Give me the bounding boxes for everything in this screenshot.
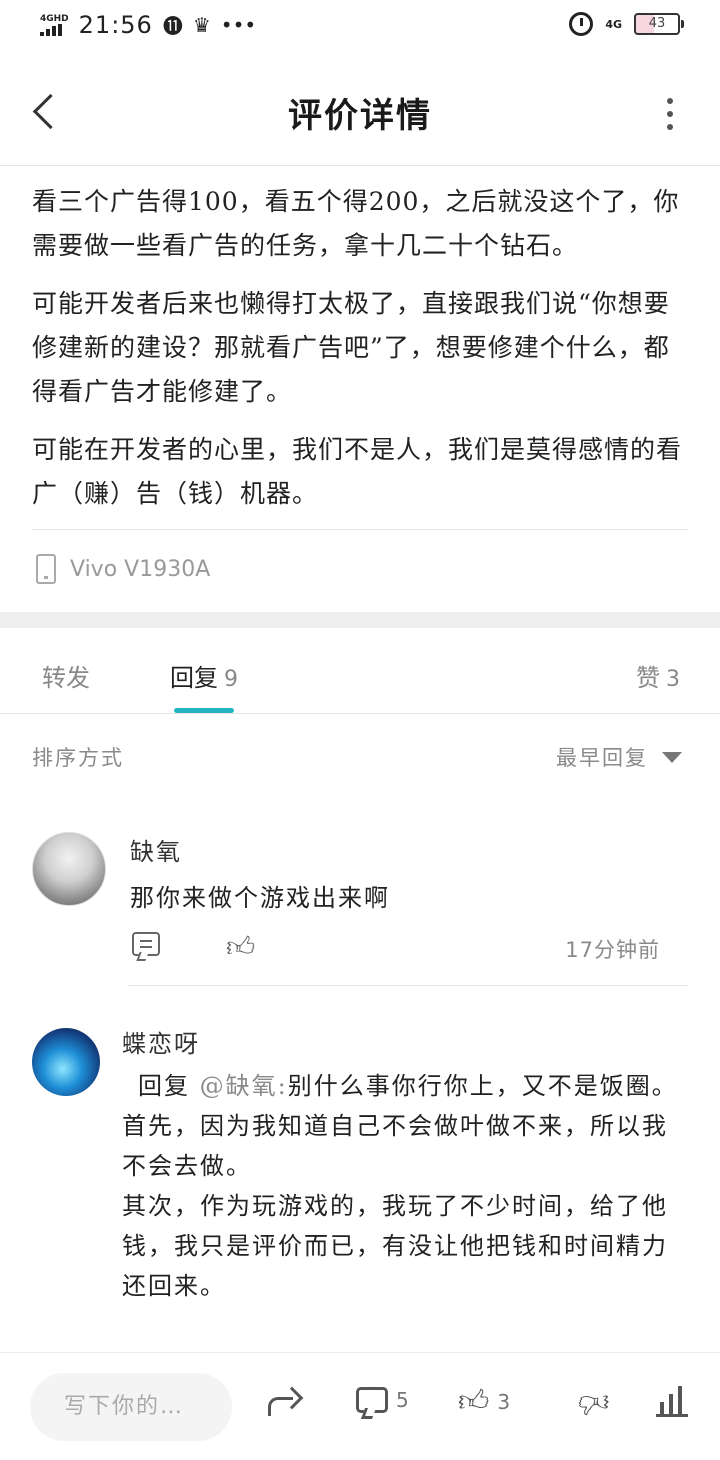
clock: 21:56 [78, 10, 153, 39]
more-options-button[interactable] [664, 98, 676, 130]
share-button[interactable] [268, 1387, 302, 1417]
thumbs-up-icon: 👍︎ [458, 1384, 490, 1419]
avatar[interactable] [32, 832, 106, 906]
page-title: 评价详情 [288, 96, 432, 136]
comment-icon [356, 1387, 388, 1413]
battery-icon: 43 [634, 13, 684, 35]
thumbs-down-icon: 👍︎ [578, 1385, 610, 1420]
tab-bar: 转发 回复 9 赞3 [0, 628, 720, 714]
4g-icon: 4G [605, 17, 622, 31]
status-right: 4G 43 [569, 12, 684, 36]
mention-link[interactable]: @缺氧: [200, 1072, 288, 1100]
comment-text: 那你来做个游戏出来啊 [130, 884, 390, 912]
comment-author[interactable]: 蝶恋呀 [122, 1024, 200, 1059]
review-paragraph: 可能在开发者的心里，我们不是人，我们是莫得感情的看广（赚）告（钱）机器。 [32, 435, 683, 508]
review-body: 看三个广告得100，看五个得200，之后就没这个了，你需要做一些看广告的任务，拿… [32, 180, 688, 530]
phone-icon [36, 554, 56, 584]
bar-chart-icon [656, 1386, 688, 1417]
app-header: 评价详情 [0, 60, 720, 166]
device-info: Vivo V1930A [36, 554, 210, 584]
comment-time: 17分钟前 [565, 938, 660, 962]
comment-line: 首先，因为我知道自己不会做叶做不来，所以我不会去做。 [122, 1112, 668, 1180]
comment-actions: 👍︎ 17分钟前 [130, 928, 660, 968]
avatar[interactable] [32, 1028, 100, 1096]
comment-input[interactable]: 写下你的… [30, 1373, 232, 1441]
network-type: 4GHD [40, 13, 69, 24]
crown-icon: ♛ [192, 12, 211, 37]
more-dots-icon: ••• [220, 12, 257, 37]
comment-line: 别什么事你行你上，又不是饭圈。 [287, 1072, 678, 1100]
device-name: Vivo V1930A [70, 556, 211, 582]
comment-author[interactable]: 缺氧 [130, 832, 182, 867]
comment-button[interactable]: 5 [356, 1387, 409, 1413]
divider [128, 985, 688, 986]
status-left: 4GHD 21:56 ⓫ ♛ ••• [40, 10, 256, 39]
tab-forward-label: 转发 [42, 664, 90, 692]
tab-like[interactable]: 赞3 [636, 658, 680, 693]
comment-line: 其次，作为玩游戏的，我玩了不少时间，给了他钱，我只是评价而已，有没让他把钱和时间… [122, 1192, 668, 1300]
tab-like-label: 赞 [636, 664, 660, 692]
like-count: 3 [497, 1390, 511, 1414]
thumbs-up-icon[interactable]: 👍︎ [226, 930, 255, 964]
share-icon [268, 1387, 302, 1417]
alarm-icon [569, 12, 594, 36]
tab-reply[interactable]: 回复 9 [170, 658, 238, 693]
tab-forward[interactable]: 转发 [42, 658, 90, 693]
tab-reply-count: 9 [224, 667, 238, 692]
sort-label: 排序方式 [32, 746, 124, 770]
reply-icon[interactable] [132, 932, 160, 956]
section-separator [0, 612, 720, 628]
tab-reply-label: 回复 [170, 664, 218, 692]
review-paragraph: 可能开发者后来也懒得打太极了，直接跟我们说“你想要修建新的建设？那就看广告吧”了… [32, 289, 670, 406]
sort-row: 排序方式 最早回复 [32, 740, 682, 772]
reply-prefix: 回复 [138, 1072, 190, 1100]
stats-button[interactable] [656, 1386, 688, 1417]
tab-like-count: 3 [666, 667, 680, 692]
bottom-action-bar: 写下你的… 5 👍︎ 3 👍︎ [0, 1352, 720, 1460]
active-tab-indicator [174, 708, 234, 713]
dislike-button[interactable]: 👍︎ [578, 1385, 610, 1420]
sort-dropdown[interactable]: 最早回复 [556, 742, 682, 772]
sort-value: 最早回复 [556, 746, 648, 770]
hdr-icon: ⓫ [162, 14, 183, 38]
signal-icon: 4GHD [40, 14, 69, 36]
review-paragraph: 看三个广告得100，看五个得200，之后就没这个了，你需要做一些看广告的任务，拿… [32, 187, 680, 260]
divider [32, 529, 688, 530]
caret-down-icon [662, 751, 682, 763]
status-bar: 4GHD 21:56 ⓫ ♛ ••• 4G 43 [0, 0, 720, 52]
comment-count: 5 [396, 1388, 409, 1412]
like-button[interactable]: 👍︎ 3 [458, 1387, 510, 1417]
comment-text: 回复 @缺氧:别什么事你行你上，又不是饭圈。 首先，因为我知道自己不会做叶做不来… [122, 1066, 688, 1306]
